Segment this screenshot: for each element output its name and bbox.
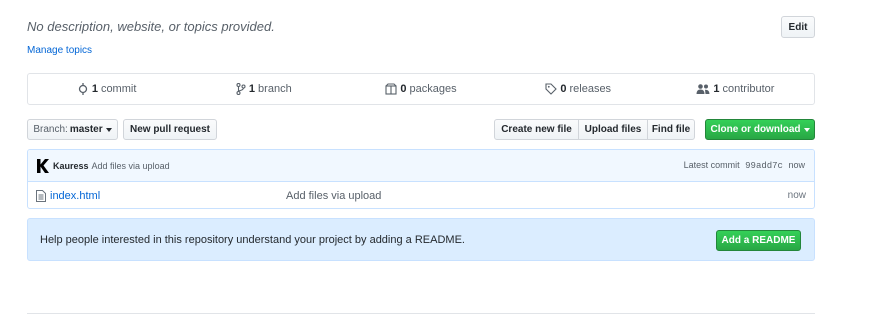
tag-icon <box>545 83 558 95</box>
latest-commit-label: Latest commit <box>683 160 740 170</box>
commit-tease: Kauress Add files via upload Latest comm… <box>28 150 814 182</box>
branches-number: 1 <box>248 83 256 95</box>
readme-prompt-text: Help people interested in this repositor… <box>40 233 465 246</box>
file-commit-message[interactable]: Add files via upload <box>286 190 381 202</box>
package-icon <box>385 83 397 95</box>
file-list: Kauress Add files via upload Latest comm… <box>27 149 815 209</box>
commits-label: commit <box>100 83 137 95</box>
branch-select-label: Branch: <box>33 124 68 135</box>
upload-files-button[interactable]: Upload files <box>578 119 648 140</box>
numbers-summary: 1 commit 1 branch 0 packages 0 releases … <box>27 73 815 105</box>
branch-select-button[interactable]: Branch: master <box>27 119 118 140</box>
table-row: index.html Add files via upload now <box>28 182 814 208</box>
file-age: now <box>787 190 806 201</box>
commit-icon <box>78 83 87 95</box>
branches-label: branch <box>258 83 292 95</box>
commit-age: now <box>788 160 805 170</box>
file-icon <box>36 189 46 202</box>
commit-message[interactable]: Add files via upload <box>92 161 170 171</box>
releases-label: releases <box>569 83 612 95</box>
releases-count[interactable]: 0 releases <box>500 83 657 95</box>
add-readme-button[interactable]: Add a README <box>716 230 801 251</box>
commit-author[interactable]: Kauress <box>53 161 89 171</box>
chevron-down-icon <box>105 127 112 132</box>
commit-sha[interactable]: 99add7c <box>745 161 783 171</box>
commits-number: 1 <box>91 83 98 95</box>
file-navigation: Create new file Upload files Find file <box>494 119 695 140</box>
branches-count[interactable]: 1 branch <box>185 83 342 95</box>
new-pull-request-button[interactable]: New pull request <box>123 119 217 140</box>
packages-count[interactable]: 0 packages <box>342 83 499 95</box>
contributors-count[interactable]: 1 contributor <box>657 83 814 95</box>
contributors-label: contributor <box>722 83 775 95</box>
contributors-number: 1 <box>713 83 720 95</box>
manage-topics-link[interactable]: Manage topics <box>27 45 92 56</box>
branch-select-value: master <box>69 124 103 135</box>
packages-label: packages <box>409 83 457 95</box>
readme-prompt: Help people interested in this repositor… <box>27 218 815 261</box>
clone-button-label: Clone or download <box>710 124 801 135</box>
divider <box>27 313 815 314</box>
repo-description: No description, website, or topics provi… <box>27 19 275 34</box>
commits-count[interactable]: 1 commit <box>28 83 185 95</box>
avatar[interactable] <box>37 158 49 173</box>
file-name: index.html <box>50 189 101 202</box>
create-new-file-button[interactable]: Create new file <box>494 119 579 140</box>
packages-number: 0 <box>400 83 407 95</box>
latest-commit-info: Latest commit 99add7c now <box>684 160 805 171</box>
find-file-button[interactable]: Find file <box>647 119 695 140</box>
clone-or-download-button[interactable]: Clone or download <box>705 119 815 140</box>
file-link[interactable]: index.html <box>36 189 286 202</box>
releases-number: 0 <box>560 83 567 95</box>
edit-button[interactable]: Edit <box>781 16 815 38</box>
chevron-down-icon <box>803 127 810 132</box>
branch-icon <box>236 83 246 95</box>
people-icon <box>696 84 710 94</box>
